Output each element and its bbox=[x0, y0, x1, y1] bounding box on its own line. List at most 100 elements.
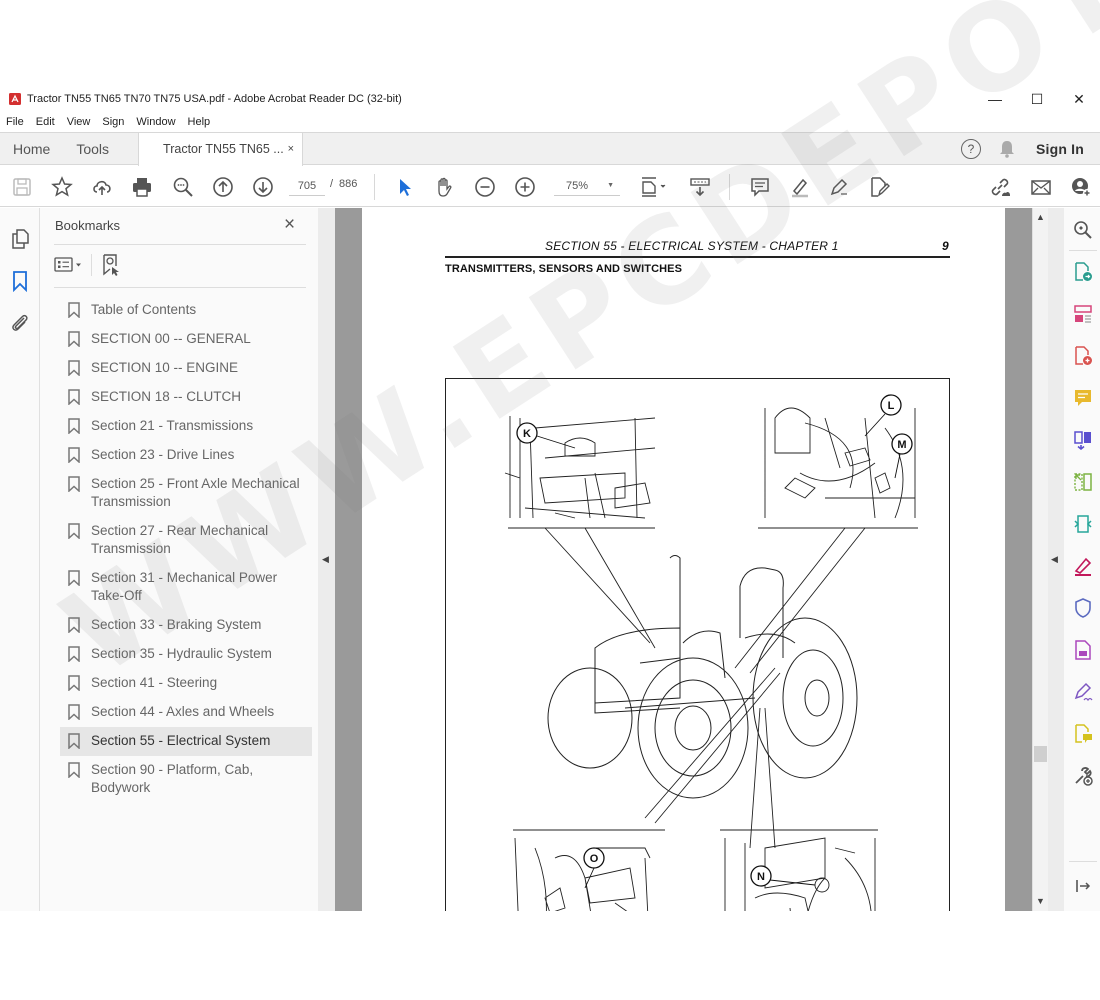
comment-icon[interactable] bbox=[748, 175, 772, 199]
bookmark-item[interactable]: Section 90 - Platform, Cab, Bodywork bbox=[60, 756, 312, 803]
bookmark-item[interactable]: Table of Contents bbox=[60, 296, 312, 325]
bookmark-star-icon[interactable] bbox=[50, 175, 74, 199]
form-icon[interactable] bbox=[1073, 640, 1093, 660]
zoom-out-icon[interactable] bbox=[473, 175, 497, 199]
minimize-button[interactable]: — bbox=[974, 86, 1016, 112]
find-zoom-icon[interactable] bbox=[171, 175, 195, 199]
bookmark-icon bbox=[68, 389, 80, 405]
bookmark-icon bbox=[68, 418, 80, 434]
bookmark-item[interactable]: Section 31 - Mechanical Power Take-Off bbox=[60, 564, 312, 611]
tab-tools[interactable]: Tools bbox=[63, 132, 122, 165]
sign-pen-icon[interactable] bbox=[827, 175, 851, 199]
menu-file[interactable]: File bbox=[0, 116, 30, 128]
bookmark-icon bbox=[68, 762, 80, 778]
bookmark-item[interactable]: Section 27 - Rear Mechanical Transmissio… bbox=[60, 517, 312, 564]
toolbar-divider bbox=[729, 174, 730, 200]
bookmark-options-icon[interactable] bbox=[54, 257, 82, 273]
request-signature-icon[interactable] bbox=[1073, 682, 1093, 702]
tab-home[interactable]: Home bbox=[0, 132, 63, 165]
tab-bar: Home Tools Tractor TN55 TN65 ... × ? Sig… bbox=[0, 132, 1100, 166]
bookmark-label: Section 27 - Rear Mechanical Transmissio… bbox=[91, 523, 269, 556]
share-link-icon[interactable] bbox=[988, 175, 1012, 199]
sign-in-button[interactable]: Sign In bbox=[1036, 141, 1084, 157]
collapse-right-icon[interactable]: ◀ bbox=[1051, 554, 1058, 565]
menu-edit[interactable]: Edit bbox=[30, 116, 61, 128]
scroll-down-icon[interactable]: ▼ bbox=[1036, 896, 1045, 906]
bookmark-icon bbox=[68, 523, 80, 539]
bookmark-item[interactable]: Section 33 - Braking System bbox=[60, 611, 312, 640]
menu-view[interactable]: View bbox=[61, 116, 97, 128]
more-tools-icon[interactable] bbox=[1073, 766, 1093, 786]
bookmark-item[interactable]: Section 35 - Hydraulic System bbox=[60, 640, 312, 669]
page-section-header: SECTION 55 - ELECTRICAL SYSTEM - CHAPTER… bbox=[545, 239, 839, 253]
compress-pdf-icon[interactable] bbox=[1073, 472, 1093, 492]
page-gutter-left bbox=[335, 208, 362, 911]
fit-page-icon[interactable] bbox=[638, 175, 670, 199]
page-down-icon[interactable] bbox=[251, 175, 275, 199]
menu-sign[interactable]: Sign bbox=[96, 116, 130, 128]
bookmark-item[interactable]: Section 21 - Transmissions bbox=[60, 412, 312, 441]
tab-document[interactable]: Tractor TN55 TN65 ... × bbox=[138, 132, 304, 166]
bookmark-icon bbox=[68, 570, 80, 586]
page-thumbnails-icon[interactable] bbox=[9, 228, 31, 250]
print-icon[interactable] bbox=[130, 175, 154, 199]
export-pdf-icon[interactable] bbox=[1073, 262, 1093, 282]
combine-files-icon[interactable] bbox=[1073, 430, 1093, 450]
maximize-button[interactable]: ☐ bbox=[1016, 86, 1058, 112]
send-comments-icon[interactable] bbox=[1073, 724, 1093, 744]
collapse-panel-icon[interactable] bbox=[1073, 876, 1093, 896]
toolbar-divider bbox=[374, 174, 375, 200]
menu-window[interactable]: Window bbox=[130, 116, 181, 128]
callout-l-label: L bbox=[888, 400, 895, 412]
edit-pdf-icon[interactable] bbox=[867, 175, 891, 199]
close-window-button[interactable]: ✕ bbox=[1058, 86, 1100, 112]
comment-tool-icon[interactable] bbox=[1073, 388, 1093, 408]
close-tab-button[interactable]: × bbox=[288, 143, 294, 155]
zoom-in-icon[interactable] bbox=[513, 175, 537, 199]
attachments-icon[interactable] bbox=[9, 312, 31, 334]
add-user-icon[interactable] bbox=[1069, 175, 1093, 199]
hand-tool-icon[interactable] bbox=[432, 175, 456, 199]
bookmark-label: SECTION 00 -- GENERAL bbox=[91, 331, 251, 346]
select-cursor-icon[interactable] bbox=[393, 175, 417, 199]
scrolling-mode-icon[interactable] bbox=[688, 175, 712, 199]
window-title: Tractor TN55 TN65 TN70 TN75 USA.pdf - Ad… bbox=[27, 93, 402, 105]
bookmark-item[interactable]: Section 23 - Drive Lines bbox=[60, 441, 312, 470]
close-bookmarks-button[interactable]: × bbox=[284, 214, 295, 236]
highlight-icon[interactable] bbox=[787, 175, 811, 199]
email-icon[interactable] bbox=[1029, 175, 1053, 199]
page-number-input[interactable]: 705 bbox=[289, 176, 325, 196]
collapse-left-icon[interactable]: ◀ bbox=[322, 554, 329, 565]
fill-sign-icon[interactable] bbox=[1073, 556, 1093, 576]
notification-bell-icon[interactable] bbox=[998, 139, 1016, 159]
bookmark-item-selected[interactable]: Section 55 - Electrical System bbox=[60, 727, 312, 756]
bookmark-label: Section 55 - Electrical System bbox=[91, 733, 271, 748]
upload-cloud-icon[interactable] bbox=[90, 175, 114, 199]
pdf-page: SECTION 55 - ELECTRICAL SYSTEM - CHAPTER… bbox=[362, 208, 1005, 911]
bookmark-icon bbox=[68, 447, 80, 463]
bookmark-item[interactable]: Section 25 - Front Axle Mechanical Trans… bbox=[60, 470, 312, 517]
create-pdf-icon[interactable] bbox=[1073, 346, 1093, 366]
scan-ocr-icon[interactable] bbox=[1073, 514, 1093, 534]
protect-icon[interactable] bbox=[1073, 598, 1093, 618]
bookmark-item[interactable]: SECTION 00 -- GENERAL bbox=[60, 325, 312, 354]
bookmark-item[interactable]: SECTION 10 -- ENGINE bbox=[60, 354, 312, 383]
bookmark-icon bbox=[68, 360, 80, 376]
page-up-icon[interactable] bbox=[211, 175, 235, 199]
bookmark-item[interactable]: Section 44 - Axles and Wheels bbox=[60, 698, 312, 727]
scroll-up-icon[interactable]: ▲ bbox=[1036, 212, 1045, 222]
vertical-scrollbar[interactable]: ▲ ▼ bbox=[1032, 208, 1048, 911]
zoom-level-select[interactable]: 75% ▼ bbox=[554, 176, 620, 196]
bookmark-item[interactable]: SECTION 18 -- CLUTCH bbox=[60, 383, 312, 412]
search-zoom-icon[interactable] bbox=[1073, 220, 1093, 240]
save-icon[interactable] bbox=[10, 175, 34, 199]
bookmarks-icon[interactable] bbox=[9, 270, 31, 292]
find-bookmark-icon[interactable] bbox=[101, 254, 121, 276]
help-icon[interactable]: ? bbox=[960, 138, 981, 159]
organize-pages-icon[interactable] bbox=[1073, 304, 1093, 324]
bookmark-item[interactable]: Section 41 - Steering bbox=[60, 669, 312, 698]
scrollbar-thumb[interactable] bbox=[1034, 746, 1047, 762]
callout-n-label: N bbox=[757, 871, 765, 883]
bookmark-label: Section 21 - Transmissions bbox=[91, 418, 254, 433]
menu-help[interactable]: Help bbox=[182, 116, 217, 128]
